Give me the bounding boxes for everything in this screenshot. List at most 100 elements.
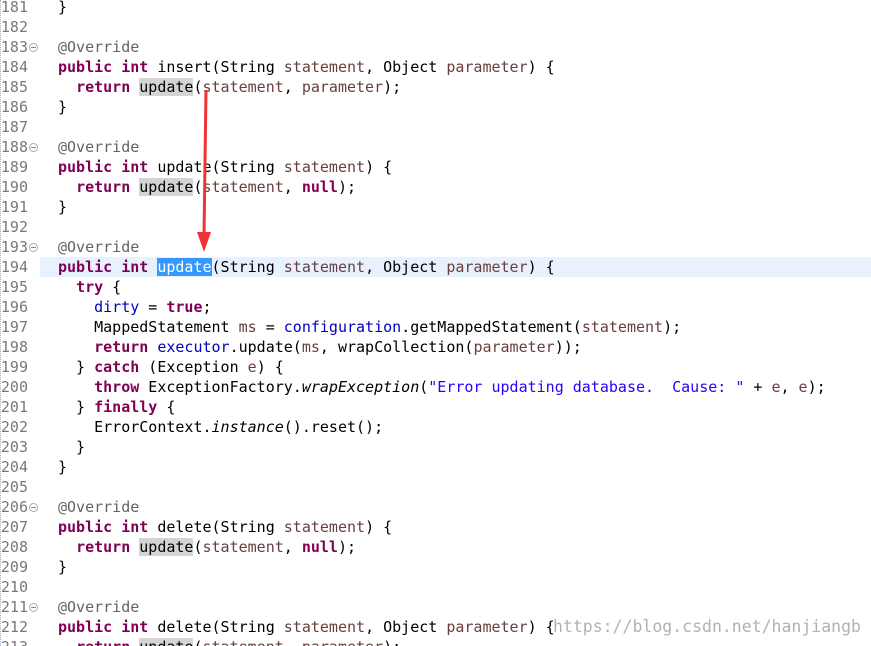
keyword-token: null [301, 538, 338, 556]
code-text[interactable]: } [40, 0, 871, 17]
code-line[interactable]: 201 } finally { [0, 397, 871, 417]
code-line[interactable]: 204} [0, 457, 871, 477]
code-line[interactable]: 209} [0, 557, 871, 577]
code-text[interactable] [40, 117, 871, 137]
code-token: ( [193, 78, 203, 96]
code-text[interactable]: public int update(String statement) { [40, 157, 871, 177]
code-text[interactable]: return update(statement, null); [40, 177, 871, 197]
code-line[interactable]: 203 } [0, 437, 871, 457]
string-literal-token: "Error updating database. Cause: " [428, 378, 745, 396]
code-token: } [58, 98, 68, 116]
code-text[interactable]: return update(statement, parameter); [40, 77, 871, 97]
code-line[interactable]: 181} [0, 0, 871, 17]
code-line[interactable]: 191} [0, 197, 871, 217]
code-text[interactable]: ErrorContext.instance().reset(); [40, 417, 871, 437]
keyword-token: int [121, 158, 149, 176]
code-text[interactable]: } [40, 557, 871, 577]
code-token: , wrapCollection( [319, 338, 474, 356]
code-line[interactable]: 184 public int insert(String statement, O… [0, 57, 871, 77]
code-text[interactable] [40, 477, 871, 497]
code-line[interactable]: 202 ErrorContext.instance().reset(); [0, 417, 871, 437]
fold-collapse-icon[interactable] [29, 143, 38, 152]
code-text[interactable]: try { [40, 277, 871, 297]
code-text[interactable]: public int delete(String statement) { [40, 517, 871, 537]
code-text[interactable]: return update(statement, parameter); [40, 637, 871, 646]
code-line[interactable]: 205 [0, 477, 871, 497]
code-token: ExceptionFactory. [139, 378, 302, 396]
variable-token: e [798, 378, 808, 396]
code-line[interactable]: 195 try { [0, 277, 871, 297]
keyword-token: null [301, 178, 338, 196]
code-text[interactable] [40, 577, 871, 597]
code-text[interactable]: public int insert(String statement, Obje… [40, 57, 871, 77]
code-token: ); [383, 78, 402, 96]
variable-token: parameter [446, 58, 528, 76]
code-token: } [58, 358, 95, 376]
variable-token: ms [301, 338, 320, 356]
code-line[interactable]: 185 return update(statement, parameter); [0, 77, 871, 97]
code-line[interactable]: 211 @Override [0, 597, 871, 617]
code-text[interactable]: } catch (Exception e) { [40, 357, 871, 377]
code-text[interactable]: throw ExceptionFactory.wrapException("Er… [40, 377, 871, 397]
occurrence-highlight: update [139, 638, 194, 646]
fold-collapse-icon[interactable] [29, 603, 38, 612]
code-token: .getMappedStatement( [401, 318, 582, 336]
code-text[interactable]: } [40, 97, 871, 117]
code-token: ( [419, 378, 429, 396]
code-token: ); [663, 318, 682, 336]
code-token: } [58, 438, 86, 456]
code-line[interactable]: 198 return executor.update(ms, wrapColle… [0, 337, 871, 357]
code-line[interactable]: 200 throw ExceptionFactory.wrapException… [0, 377, 871, 397]
code-line[interactable]: 208 return update(statement, null); [0, 537, 871, 557]
code-line[interactable]: 196 dirty = true; [0, 297, 871, 317]
code-text[interactable]: } [40, 437, 871, 457]
code-token: (Exception [139, 358, 248, 376]
code-text[interactable]: } [40, 197, 871, 217]
fold-collapse-icon[interactable] [29, 43, 38, 52]
code-token: )); [554, 338, 582, 356]
code-line[interactable]: 210 [0, 577, 871, 597]
code-text[interactable]: @Override [40, 137, 871, 157]
code-line[interactable]: 189 public int update(String statement) { [0, 157, 871, 177]
code-text[interactable]: @Override [40, 37, 871, 57]
code-text[interactable]: dirty = true; [40, 297, 871, 317]
code-line[interactable]: 197 MappedStatement ms = configuration.g… [0, 317, 871, 337]
code-text[interactable]: @Override [40, 597, 871, 617]
code-token: ) { [365, 158, 393, 176]
code-token: } [58, 0, 68, 16]
code-text[interactable]: return update(statement, null); [40, 537, 871, 557]
code-line[interactable]: 186} [0, 97, 871, 117]
code-line[interactable]: 182 [0, 17, 871, 37]
line-number: 190 [0, 178, 28, 196]
fold-collapse-icon[interactable] [29, 503, 38, 512]
code-line[interactable]: 193 @Override [0, 237, 871, 257]
code-line[interactable]: 188 @Override [0, 137, 871, 157]
code-line[interactable]: 183 @Override [0, 37, 871, 57]
code-line[interactable]: 187 [0, 117, 871, 137]
code-text[interactable]: public int update(String statement, Obje… [40, 257, 871, 277]
fold-collapse-icon[interactable] [29, 243, 38, 252]
code-text[interactable]: return executor.update(ms, wrapCollectio… [40, 337, 871, 357]
code-text[interactable]: } finally { [40, 397, 871, 417]
code-line[interactable]: 192 [0, 217, 871, 237]
code-text[interactable]: MappedStatement ms = configuration.getMa… [40, 317, 871, 337]
code-text[interactable]: @Override [40, 237, 871, 257]
code-lines[interactable]: 181} 182 183 @Override 184 public int insert(… [0, 0, 871, 646]
code-line[interactable]: 199 } catch (Exception e) { [0, 357, 871, 377]
code-text[interactable] [40, 17, 871, 37]
code-line[interactable]: 206 @Override [0, 497, 871, 517]
code-line[interactable]: 213 return update(statement, parameter); [0, 637, 871, 646]
code-text[interactable]: @Override [40, 497, 871, 517]
code-line[interactable]: 207 public int delete(String statement) { [0, 517, 871, 537]
code-text[interactable]: } [40, 457, 871, 477]
line-number: 202 [0, 418, 28, 436]
keyword-token: return [76, 638, 130, 646]
code-text[interactable] [40, 217, 871, 237]
line-number: 206 [0, 498, 28, 516]
code-line[interactable]: 190 return update(statement, null); [0, 177, 871, 197]
variable-token: statement [202, 538, 284, 556]
current-line[interactable]: 194 public int update(String statement, O… [0, 257, 871, 277]
